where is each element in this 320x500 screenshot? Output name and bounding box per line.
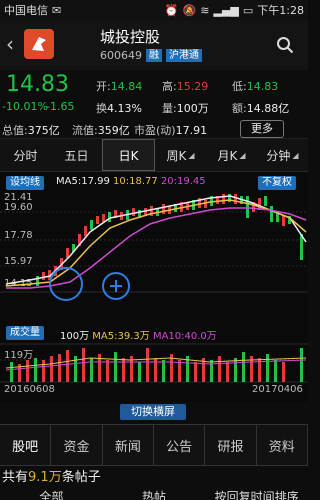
tab-forum[interactable]: 股吧 [0,425,52,465]
tab-news[interactable]: 新闻 [103,425,154,465]
tab-announcements[interactable]: 公告 [154,425,206,465]
app-logo-icon [24,29,54,59]
tab-funds[interactable]: 资金 [51,425,103,465]
chevron-down-icon: ◢ [292,150,299,160]
volume-indicator-button[interactable]: 成交量 [6,326,44,340]
chevron-down-icon: ◢ [188,150,195,160]
tab-hot[interactable]: 热帖 [103,488,206,500]
signal-icon: ▂▄▆ [213,3,239,17]
period-tabs: 分时 五日 日K 周K ◢ 月K ◢ 分钟 ◢ [0,139,308,172]
clock-label: 下午1:28 [257,4,304,17]
end-date-label: 20170406 [252,384,303,395]
low-field: 低:14.83 [232,80,279,93]
stock-name: 城投控股 [100,28,161,46]
total-mcap-field: 总值:375亿 [2,124,60,137]
amount-field: 额:14.88亿 [232,102,290,115]
volume-legend: 100万 MA5:39.3万 MA10:40.0万 [60,331,217,342]
app-header: ‹ 城投控股 600649 融 沪港通 [0,20,308,70]
volume-axis-label: 119万 [4,350,34,361]
high-field: 高:15.29 [162,80,209,93]
tab-research[interactable]: 研报 [205,425,257,465]
forum-subtabs: 全部 热帖 按回复时间排序 [0,488,308,500]
volume-bars-group [10,348,303,382]
kline-svg [0,194,308,383]
margin-tag: 融 [146,49,162,62]
stock-subtitle: 600649 融 沪港通 [100,49,202,62]
last-price: 14.83 [6,72,69,97]
silent-icon: 🔕 [182,3,197,17]
carrier-label: 中国电信 [4,4,48,17]
more-button[interactable]: 更多 [240,120,284,138]
tab-profile[interactable]: 资料 [257,425,308,465]
quote-panel: 14.83 -10.01% -1.65 开:14.84 高:15.29 低:14… [0,70,308,139]
change-percent: -10.01% [2,100,48,113]
alarm-icon: ⏰ [164,3,179,17]
pb-field: 市盈(动)17.91 [134,124,208,137]
tab-sort-time[interactable]: 按回复时间排序 [205,488,308,500]
tab-minute[interactable]: 分钟 ◢ [257,139,308,171]
tab-all[interactable]: 全部 [0,488,103,500]
open-field: 开:14.84 [96,80,143,93]
stock-detail-screen: 中国电信 ✉ ⏰ 🔕 ≋ ▂▄▆ ▭ 下午1:28 ‹ 城投控股 600649 … [0,0,308,500]
stock-title-block: 城投控股 600649 融 沪港通 [100,26,202,62]
start-date-label: 20160608 [4,384,55,395]
landscape-switch-button[interactable]: 切换横屏 [120,404,186,420]
tab-weekly-k[interactable]: 周K ◢ [155,139,206,171]
hk-connect-tag: 沪港通 [166,49,202,62]
tab-intraday[interactable]: 分时 [0,139,51,171]
kline-chart-area[interactable]: 设均线 MA5:17.99 10:18.77 20:19.45 不复权 21.4… [0,172,308,402]
chevron-down-icon: ◢ [239,150,246,160]
tab-daily-k[interactable]: 日K [102,139,155,171]
status-bar: 中国电信 ✉ ⏰ 🔕 ≋ ▂▄▆ ▭ 下午1:28 [0,0,308,20]
tab-monthly-k[interactable]: 月K ◢ [206,139,257,171]
change-amount: -1.65 [46,100,75,113]
volume-field: 量:100万 [162,102,209,115]
battery-icon: ▭ [242,3,254,17]
message-icon: ✉ [52,3,62,17]
search-icon[interactable] [276,36,294,54]
wifi-icon: ≋ [200,3,210,17]
back-icon[interactable]: ‹ [6,32,14,56]
bottom-tabs: 股吧 资金 新闻 公告 研报 资料 [0,424,308,466]
turnover-field: 换4.13% [96,102,142,115]
posts-count: 共有9.1万条帖子 [2,470,101,485]
tab-5day[interactable]: 五日 [51,139,102,171]
highlight-circle [49,267,83,301]
stock-code: 600649 [100,49,142,62]
float-mcap-field: 流值:359亿 [72,124,130,137]
